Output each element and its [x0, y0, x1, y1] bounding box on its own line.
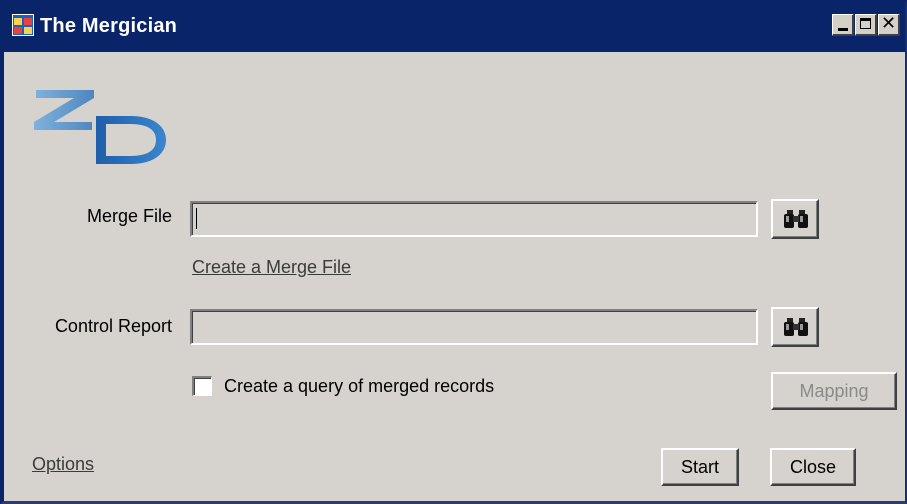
mergician-window: The Mergician ✕ Merge File Create a Merg…: [0, 0, 907, 504]
text-caret: [196, 208, 197, 229]
minimize-button[interactable]: [832, 14, 854, 36]
minimize-icon: [838, 28, 848, 31]
zd-logo: [34, 90, 166, 164]
create-query-label[interactable]: Create a query of merged records: [224, 376, 494, 397]
app-window-icon: [12, 14, 34, 36]
create-query-checkbox[interactable]: [192, 376, 212, 396]
control-report-browse-button[interactable]: [771, 307, 819, 347]
close-icon: ✕: [881, 13, 897, 34]
merge-file-input[interactable]: [190, 201, 758, 237]
create-merge-file-link[interactable]: Create a Merge File: [192, 257, 351, 278]
maximize-icon: [860, 18, 871, 29]
control-report-input[interactable]: [190, 309, 758, 345]
maximize-button[interactable]: [855, 14, 877, 36]
merge-file-label: Merge File: [86, 206, 172, 226]
close-button[interactable]: Close: [770, 448, 856, 486]
binoculars-icon: [784, 318, 808, 336]
options-link[interactable]: Options: [32, 454, 94, 475]
mapping-button[interactable]: Mapping: [771, 372, 897, 410]
start-button[interactable]: Start: [661, 448, 739, 486]
binoculars-icon: [784, 210, 808, 228]
title-bar[interactable]: The Mergician ✕: [4, 4, 905, 52]
merge-file-browse-button[interactable]: [771, 199, 819, 239]
window-title: The Mergician: [40, 15, 178, 37]
control-report-label: Control Report: [54, 316, 172, 336]
close-window-button[interactable]: ✕: [878, 13, 900, 36]
